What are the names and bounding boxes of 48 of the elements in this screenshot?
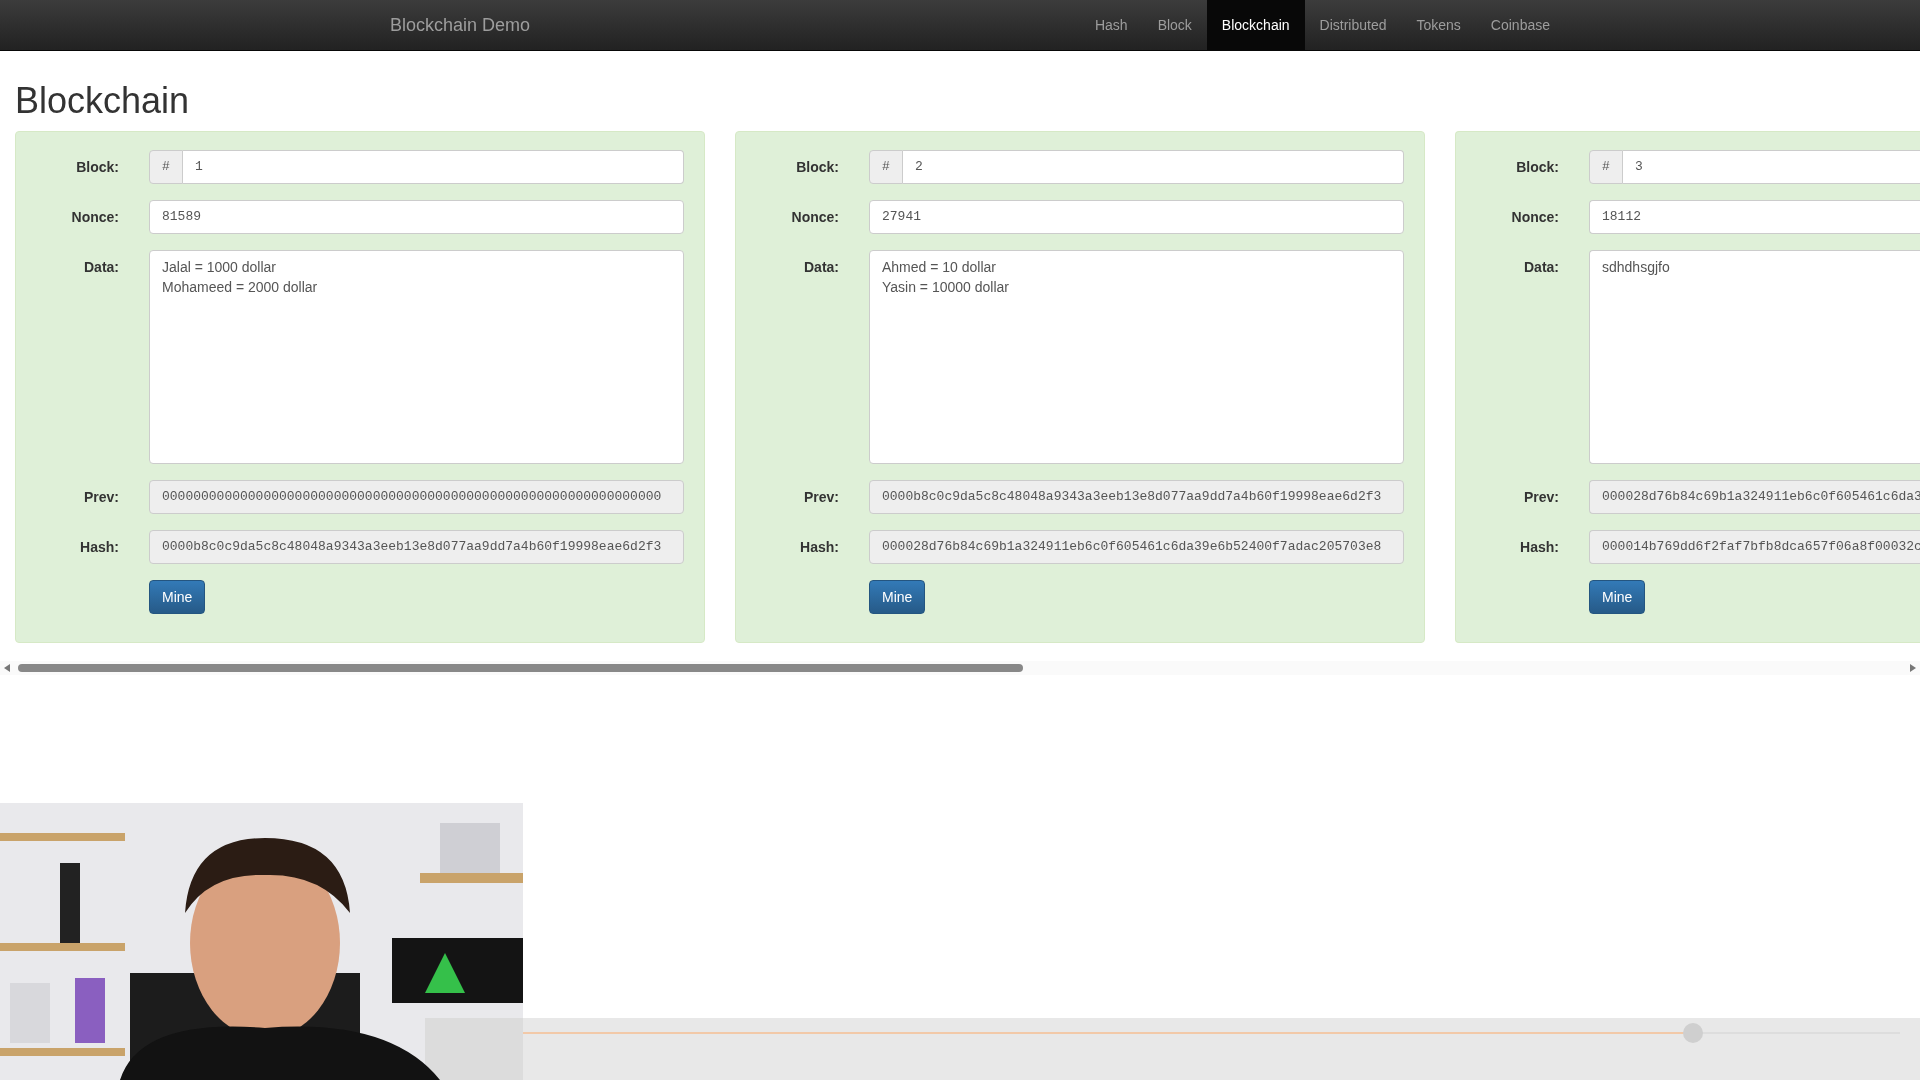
- mine-button[interactable]: Mine: [149, 580, 206, 614]
- field-label: Prev:: [83, 488, 119, 507]
- mine-button[interactable]: Mine: [1589, 580, 1646, 614]
- nonce-field[interactable]: 27941: [869, 200, 1404, 234]
- data-textarea[interactable]: Jalal = 1000 dollar Mohameed = 2000 dollar: [149, 250, 684, 464]
- hash-field[interactable]: 000014b769dd6f2faf7bfb8dca657f06a8f00032c: [1589, 530, 1920, 564]
- field-label: Hash:: [1520, 538, 1559, 557]
- field-label: Prev:: [1523, 488, 1559, 507]
- field-label: Data:: [804, 258, 839, 277]
- scrollbar-thumb[interactable]: [18, 664, 1023, 672]
- nav-tab[interactable]: Hash: [1079, 0, 1143, 50]
- field-label: Prev:: [803, 488, 839, 507]
- block-number-field[interactable]: 1: [183, 150, 684, 184]
- field-label: Hash:: [80, 538, 119, 557]
- hash-field[interactable]: 000028d76b84c69b1a324911eb6c0f605461c6da39e6b52400f7adac205703e8: [869, 530, 1404, 564]
- nav-tab[interactable]: Blockchain: [1206, 0, 1305, 50]
- nav-tab[interactable]: Coinbase: [1475, 0, 1565, 50]
- field-label: Data:: [84, 258, 119, 277]
- prev-hash-field[interactable]: 0000000000000000000000000000000000000000000000000000000000000000: [149, 480, 684, 514]
- block-number-field[interactable]: 3: [1623, 150, 1920, 184]
- field-label: Nonce:: [1511, 208, 1559, 227]
- page-title: Blockchain: [15, 81, 191, 121]
- hash-prefix: #: [1589, 150, 1623, 184]
- hash-prefix: #: [869, 150, 903, 184]
- nav-tab[interactable]: Distributed: [1304, 0, 1402, 50]
- field-label: Nonce:: [791, 208, 839, 227]
- scroll-left-icon[interactable]: [4, 664, 10, 672]
- field-label: Block:: [796, 158, 839, 177]
- nav-tab[interactable]: Block: [1142, 0, 1207, 50]
- field-label: Block:: [76, 158, 119, 177]
- horizontal-scrollbar[interactable]: [0, 661, 1920, 675]
- data-textarea[interactable]: Ahmed = 10 dollar Yasin = 10000 dollar: [869, 250, 1404, 464]
- field-label: Hash:: [800, 538, 839, 557]
- mine-button[interactable]: Mine: [869, 580, 926, 614]
- hash-prefix: #: [149, 150, 183, 184]
- field-label: Nonce:: [71, 208, 119, 227]
- prev-hash-field[interactable]: 0000b8c0c9da5c8c48048a9343a3eeb13e8d077aa9dd7a4b60f19998eae6d2f3: [869, 480, 1404, 514]
- scroll-right-icon[interactable]: [1910, 664, 1916, 672]
- nonce-field[interactable]: 81589: [149, 200, 684, 234]
- block-number-field[interactable]: 2: [903, 150, 1404, 184]
- nav-tab[interactable]: Tokens: [1401, 0, 1476, 50]
- field-label: Data:: [1524, 258, 1559, 277]
- seek-thumb[interactable]: [1683, 1023, 1704, 1043]
- nonce-field[interactable]: 18112: [1589, 200, 1920, 234]
- field-label: Block:: [1516, 158, 1559, 177]
- brand-title[interactable]: Blockchain Demo: [390, 11, 531, 39]
- data-textarea[interactable]: sdhdhsgjfo: [1589, 250, 1920, 464]
- hash-field[interactable]: 0000b8c0c9da5c8c48048a9343a3eeb13e8d077aa9dd7a4b60f19998eae6d2f3: [149, 530, 684, 564]
